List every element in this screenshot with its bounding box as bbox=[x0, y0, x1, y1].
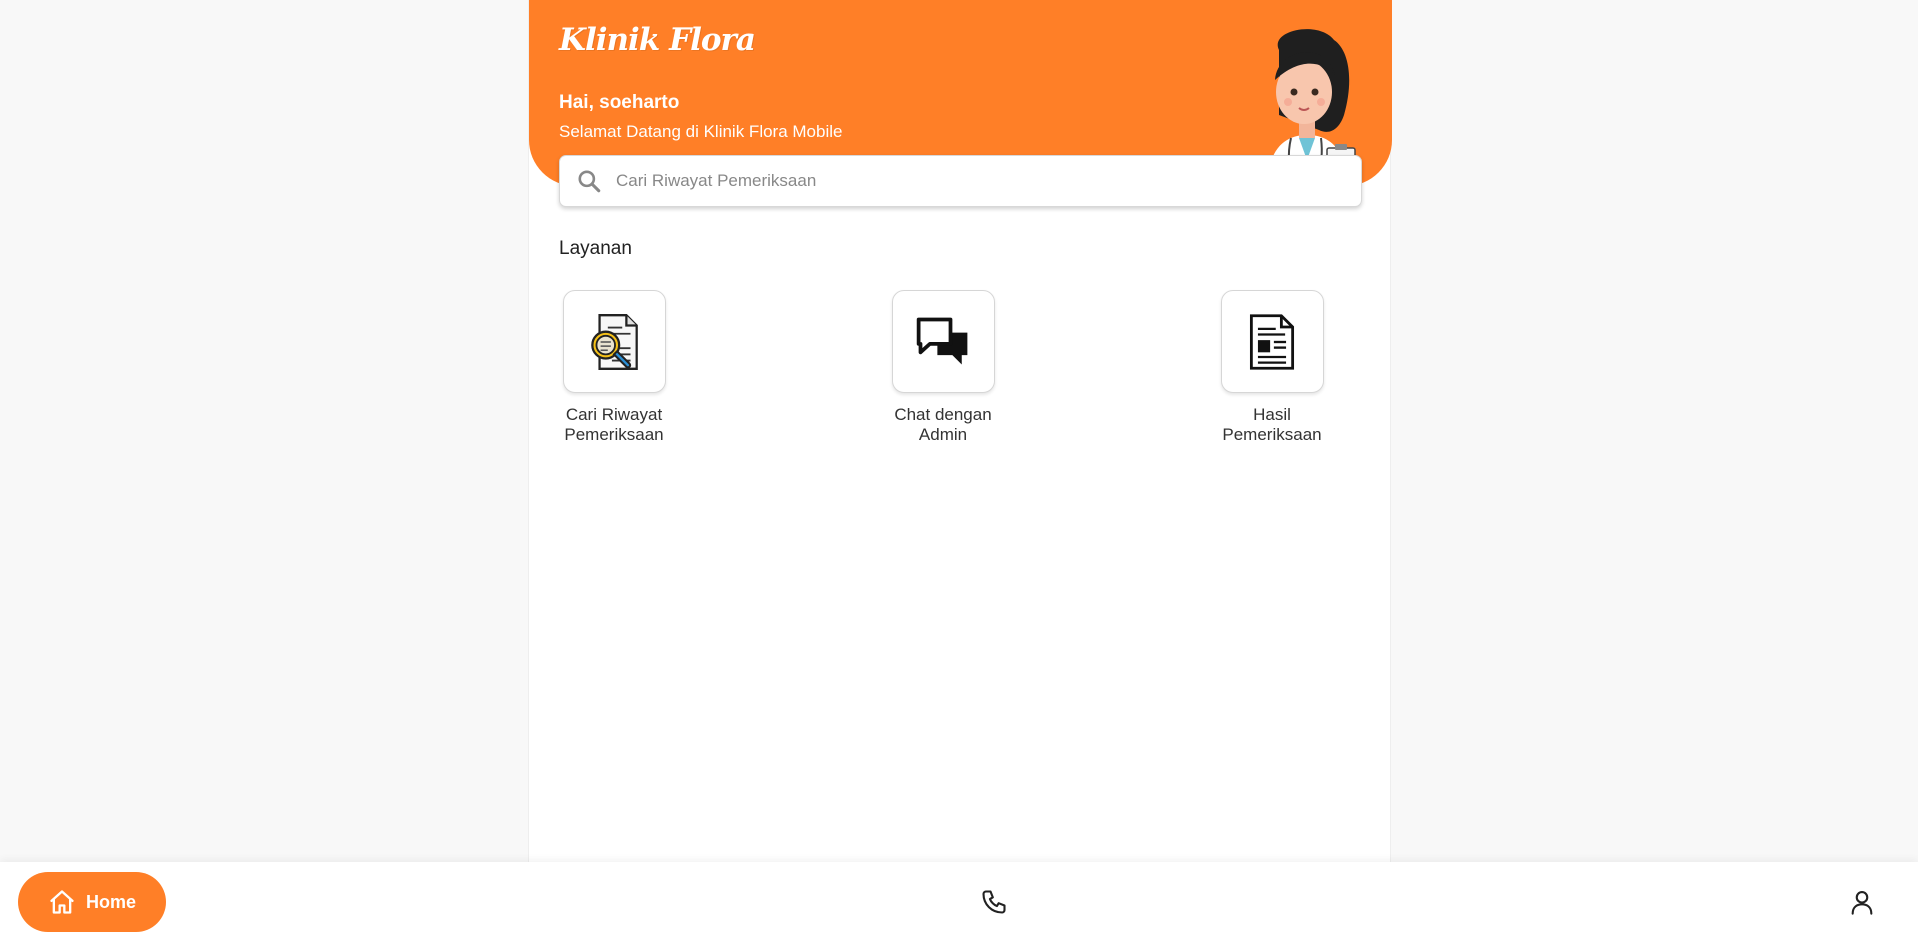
service-search-history-label: Cari Riwayat Pemeriksaan bbox=[564, 405, 664, 444]
chat-bubbles-icon bbox=[916, 317, 968, 364]
services-title: Layanan bbox=[559, 238, 632, 259]
app-screen: Klinik Flora Hai, soeharto Selamat Datan… bbox=[528, 0, 1392, 862]
service-exam-results-label: Hasil Pemeriksaan bbox=[1222, 405, 1322, 444]
document-search-icon bbox=[591, 313, 638, 370]
search-icon bbox=[576, 168, 602, 194]
service-chat-admin[interactable]: Chat dengan Admin bbox=[863, 290, 1023, 445]
service-exam-results[interactable]: Hasil Pemeriksaan bbox=[1192, 290, 1352, 445]
bottom-navigation: Home bbox=[0, 862, 1918, 941]
search-input[interactable] bbox=[616, 171, 1336, 191]
nav-home-label: Home bbox=[85, 891, 136, 912]
search-bar[interactable] bbox=[559, 155, 1362, 207]
service-exam-results-tile[interactable] bbox=[1220, 290, 1324, 393]
nav-home-button[interactable]: Home bbox=[18, 872, 166, 932]
welcome-text: Selamat Datang di Klinik Flora Mobile bbox=[559, 122, 843, 141]
service-search-history-tile[interactable] bbox=[562, 290, 666, 393]
service-search-history[interactable]: Cari Riwayat Pemeriksaan bbox=[534, 290, 694, 445]
phone-icon[interactable] bbox=[980, 888, 1008, 916]
greeting-text: Hai, soeharto bbox=[559, 92, 680, 113]
home-icon bbox=[50, 890, 74, 914]
service-chat-admin-label: Chat dengan Admin bbox=[894, 405, 992, 444]
app-title: Klinik Flora bbox=[559, 22, 756, 58]
service-chat-admin-tile[interactable] bbox=[891, 290, 995, 393]
document-report-icon bbox=[1249, 313, 1295, 370]
user-icon[interactable] bbox=[1848, 888, 1876, 916]
